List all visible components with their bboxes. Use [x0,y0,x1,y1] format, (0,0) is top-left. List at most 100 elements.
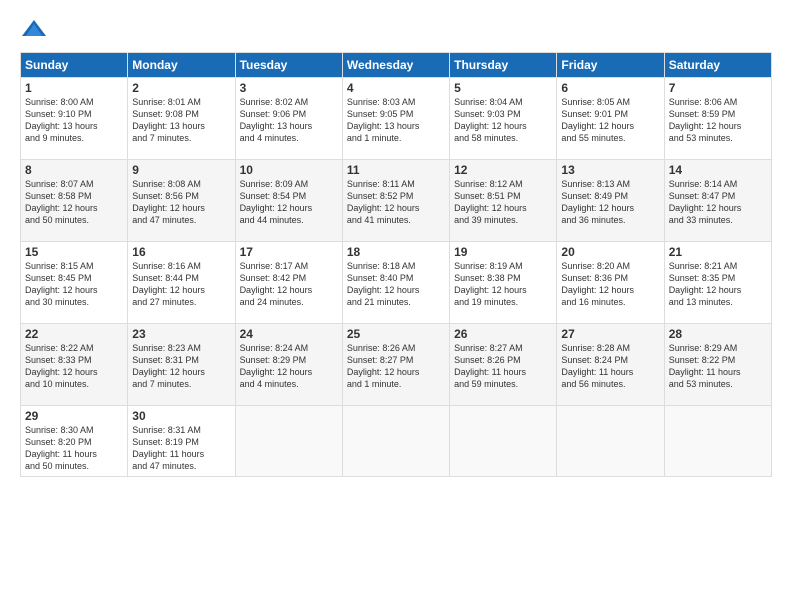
day-cell: 16Sunrise: 8:16 AM Sunset: 8:44 PM Dayli… [128,242,235,324]
day-cell: 25Sunrise: 8:26 AM Sunset: 8:27 PM Dayli… [342,324,449,406]
day-number: 2 [132,81,230,95]
col-header-monday: Monday [128,53,235,78]
day-info: Sunrise: 8:27 AM Sunset: 8:26 PM Dayligh… [454,342,552,391]
day-cell [235,406,342,477]
day-cell: 10Sunrise: 8:09 AM Sunset: 8:54 PM Dayli… [235,160,342,242]
day-number: 21 [669,245,767,259]
day-number: 1 [25,81,123,95]
day-info: Sunrise: 8:08 AM Sunset: 8:56 PM Dayligh… [132,178,230,227]
day-cell: 14Sunrise: 8:14 AM Sunset: 8:47 PM Dayli… [664,160,771,242]
day-cell: 17Sunrise: 8:17 AM Sunset: 8:42 PM Dayli… [235,242,342,324]
day-number: 22 [25,327,123,341]
day-number: 20 [561,245,659,259]
day-cell: 7Sunrise: 8:06 AM Sunset: 8:59 PM Daylig… [664,78,771,160]
day-info: Sunrise: 8:23 AM Sunset: 8:31 PM Dayligh… [132,342,230,391]
day-cell: 15Sunrise: 8:15 AM Sunset: 8:45 PM Dayli… [21,242,128,324]
day-info: Sunrise: 8:04 AM Sunset: 9:03 PM Dayligh… [454,96,552,145]
day-number: 13 [561,163,659,177]
day-cell: 12Sunrise: 8:12 AM Sunset: 8:51 PM Dayli… [450,160,557,242]
day-info: Sunrise: 8:15 AM Sunset: 8:45 PM Dayligh… [25,260,123,309]
day-cell: 6Sunrise: 8:05 AM Sunset: 9:01 PM Daylig… [557,78,664,160]
day-cell: 1Sunrise: 8:00 AM Sunset: 9:10 PM Daylig… [21,78,128,160]
day-number: 27 [561,327,659,341]
week-row-5: 29Sunrise: 8:30 AM Sunset: 8:20 PM Dayli… [21,406,772,477]
logo-icon [20,16,48,44]
day-info: Sunrise: 8:21 AM Sunset: 8:35 PM Dayligh… [669,260,767,309]
day-info: Sunrise: 8:16 AM Sunset: 8:44 PM Dayligh… [132,260,230,309]
day-cell: 11Sunrise: 8:11 AM Sunset: 8:52 PM Dayli… [342,160,449,242]
day-number: 14 [669,163,767,177]
day-cell: 13Sunrise: 8:13 AM Sunset: 8:49 PM Dayli… [557,160,664,242]
day-info: Sunrise: 8:06 AM Sunset: 8:59 PM Dayligh… [669,96,767,145]
day-info: Sunrise: 8:30 AM Sunset: 8:20 PM Dayligh… [25,424,123,473]
day-cell: 9Sunrise: 8:08 AM Sunset: 8:56 PM Daylig… [128,160,235,242]
day-cell: 27Sunrise: 8:28 AM Sunset: 8:24 PM Dayli… [557,324,664,406]
day-number: 5 [454,81,552,95]
day-cell: 21Sunrise: 8:21 AM Sunset: 8:35 PM Dayli… [664,242,771,324]
day-cell: 26Sunrise: 8:27 AM Sunset: 8:26 PM Dayli… [450,324,557,406]
day-cell: 4Sunrise: 8:03 AM Sunset: 9:05 PM Daylig… [342,78,449,160]
day-number: 15 [25,245,123,259]
day-number: 17 [240,245,338,259]
day-number: 3 [240,81,338,95]
day-info: Sunrise: 8:22 AM Sunset: 8:33 PM Dayligh… [25,342,123,391]
col-header-thursday: Thursday [450,53,557,78]
page: SundayMondayTuesdayWednesdayThursdayFrid… [0,0,792,612]
day-info: Sunrise: 8:31 AM Sunset: 8:19 PM Dayligh… [132,424,230,473]
day-info: Sunrise: 8:14 AM Sunset: 8:47 PM Dayligh… [669,178,767,227]
col-header-friday: Friday [557,53,664,78]
day-cell: 3Sunrise: 8:02 AM Sunset: 9:06 PM Daylig… [235,78,342,160]
day-cell: 5Sunrise: 8:04 AM Sunset: 9:03 PM Daylig… [450,78,557,160]
day-cell: 28Sunrise: 8:29 AM Sunset: 8:22 PM Dayli… [664,324,771,406]
day-number: 10 [240,163,338,177]
day-info: Sunrise: 8:19 AM Sunset: 8:38 PM Dayligh… [454,260,552,309]
day-number: 30 [132,409,230,423]
day-cell: 29Sunrise: 8:30 AM Sunset: 8:20 PM Dayli… [21,406,128,477]
day-info: Sunrise: 8:11 AM Sunset: 8:52 PM Dayligh… [347,178,445,227]
day-number: 24 [240,327,338,341]
day-cell: 24Sunrise: 8:24 AM Sunset: 8:29 PM Dayli… [235,324,342,406]
day-cell: 20Sunrise: 8:20 AM Sunset: 8:36 PM Dayli… [557,242,664,324]
day-number: 23 [132,327,230,341]
day-cell [450,406,557,477]
day-number: 25 [347,327,445,341]
day-info: Sunrise: 8:12 AM Sunset: 8:51 PM Dayligh… [454,178,552,227]
day-info: Sunrise: 8:03 AM Sunset: 9:05 PM Dayligh… [347,96,445,145]
calendar-table: SundayMondayTuesdayWednesdayThursdayFrid… [20,52,772,477]
day-cell [664,406,771,477]
day-cell: 19Sunrise: 8:19 AM Sunset: 8:38 PM Dayli… [450,242,557,324]
day-cell [557,406,664,477]
week-row-2: 8Sunrise: 8:07 AM Sunset: 8:58 PM Daylig… [21,160,772,242]
header-row: SundayMondayTuesdayWednesdayThursdayFrid… [21,53,772,78]
day-number: 26 [454,327,552,341]
day-info: Sunrise: 8:02 AM Sunset: 9:06 PM Dayligh… [240,96,338,145]
day-cell: 23Sunrise: 8:23 AM Sunset: 8:31 PM Dayli… [128,324,235,406]
day-number: 16 [132,245,230,259]
day-cell [342,406,449,477]
header [20,16,772,44]
day-info: Sunrise: 8:07 AM Sunset: 8:58 PM Dayligh… [25,178,123,227]
week-row-4: 22Sunrise: 8:22 AM Sunset: 8:33 PM Dayli… [21,324,772,406]
day-info: Sunrise: 8:00 AM Sunset: 9:10 PM Dayligh… [25,96,123,145]
day-info: Sunrise: 8:29 AM Sunset: 8:22 PM Dayligh… [669,342,767,391]
day-info: Sunrise: 8:24 AM Sunset: 8:29 PM Dayligh… [240,342,338,391]
day-info: Sunrise: 8:01 AM Sunset: 9:08 PM Dayligh… [132,96,230,145]
day-number: 18 [347,245,445,259]
day-cell: 2Sunrise: 8:01 AM Sunset: 9:08 PM Daylig… [128,78,235,160]
col-header-saturday: Saturday [664,53,771,78]
day-number: 12 [454,163,552,177]
day-cell: 22Sunrise: 8:22 AM Sunset: 8:33 PM Dayli… [21,324,128,406]
logo [20,16,52,44]
day-number: 4 [347,81,445,95]
day-number: 9 [132,163,230,177]
day-number: 6 [561,81,659,95]
col-header-wednesday: Wednesday [342,53,449,78]
week-row-1: 1Sunrise: 8:00 AM Sunset: 9:10 PM Daylig… [21,78,772,160]
day-info: Sunrise: 8:20 AM Sunset: 8:36 PM Dayligh… [561,260,659,309]
week-row-3: 15Sunrise: 8:15 AM Sunset: 8:45 PM Dayli… [21,242,772,324]
day-number: 7 [669,81,767,95]
day-cell: 8Sunrise: 8:07 AM Sunset: 8:58 PM Daylig… [21,160,128,242]
day-info: Sunrise: 8:28 AM Sunset: 8:24 PM Dayligh… [561,342,659,391]
day-info: Sunrise: 8:26 AM Sunset: 8:27 PM Dayligh… [347,342,445,391]
day-info: Sunrise: 8:17 AM Sunset: 8:42 PM Dayligh… [240,260,338,309]
